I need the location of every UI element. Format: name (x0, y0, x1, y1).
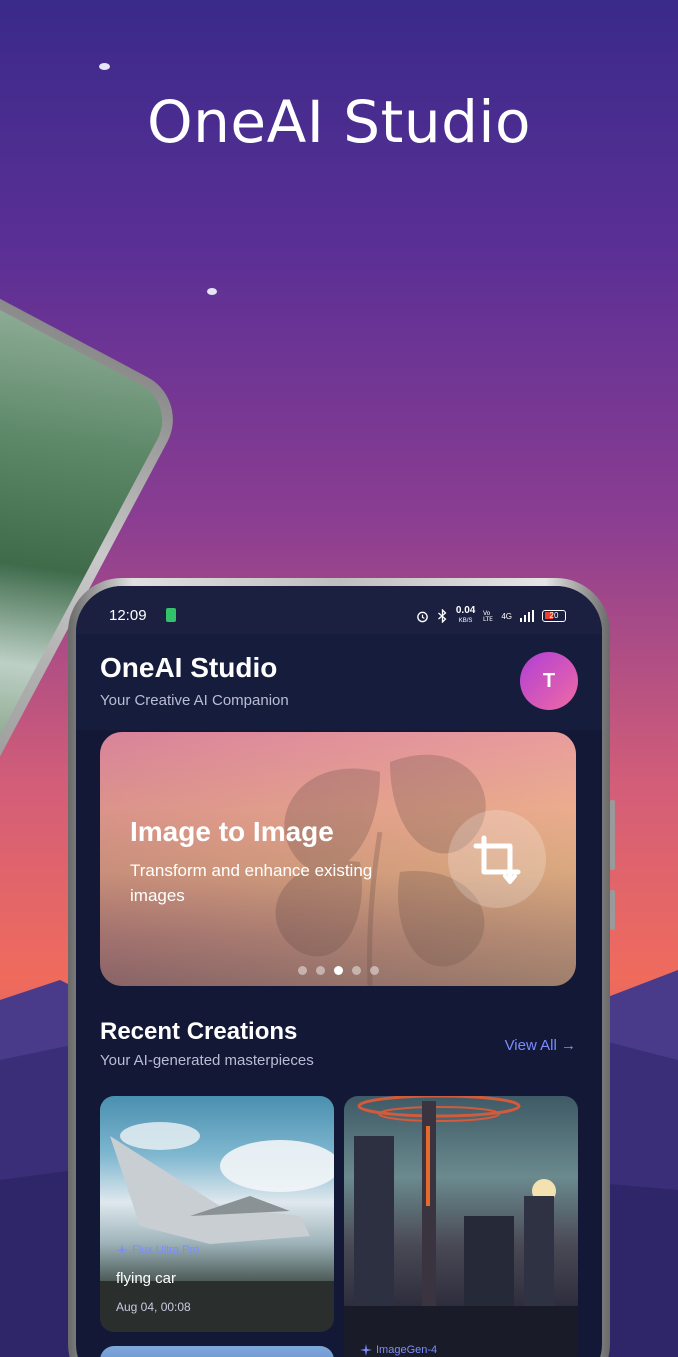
view-all-label: View All (504, 1037, 557, 1054)
phone-side-button (610, 890, 615, 930)
feature-banner[interactable]: Image to Image Transform and enhance exi… (100, 732, 576, 986)
view-all-link[interactable]: View All → (505, 1037, 576, 1054)
banner-description: Transform and enhance existing images (130, 861, 373, 905)
carousel-dot[interactable] (297, 966, 307, 975)
status-time: 12:09 (109, 607, 147, 624)
network-type: 4G (501, 611, 512, 621)
battery-saver-icon (166, 608, 176, 622)
status-bar: 12:09 0.04 KB/S Vo LTE 4G 20 (76, 586, 602, 634)
phone-side-button (610, 800, 615, 870)
crop-icon (448, 810, 546, 908)
network-speed: 0.04 KB/S (456, 606, 475, 626)
user-avatar[interactable]: T (520, 652, 578, 710)
card-model: ImageGen-4 (360, 1344, 437, 1356)
arrow-right-icon: → (561, 1037, 576, 1054)
bluetooth-icon (437, 609, 447, 623)
star (99, 63, 110, 70)
sparkle-icon (360, 1344, 372, 1356)
recent-creations-title: Recent Creations (100, 1018, 298, 1045)
battery-level: 20 (549, 611, 559, 620)
hero-title: OneAI Studio (146, 88, 532, 156)
plane-image (100, 1122, 334, 1332)
svg-text:LTE: LTE (483, 616, 493, 622)
app-header: OneAI Studio Your Creative AI Companion … (76, 634, 602, 730)
recent-creations-subtitle: Your AI-generated masterpieces (100, 1052, 314, 1069)
card-model: Flux Ultra Pro (116, 1244, 199, 1256)
card-date: Aug 04, 00:08 (116, 1300, 191, 1314)
star (207, 288, 217, 295)
battery-icon: 20 (542, 610, 566, 622)
network-speed-value: 0.04 (455, 605, 476, 616)
network-speed-unit: KB/S (458, 618, 473, 624)
card-model-name: ImageGen-4 (376, 1344, 438, 1356)
carousel-dot[interactable] (369, 966, 379, 975)
city-image (344, 1096, 578, 1357)
carousel-dot[interactable] (351, 966, 361, 975)
app-screen: 12:09 0.04 KB/S Vo LTE 4G 20 OneAI Studio… (76, 586, 602, 1357)
carousel-dots (100, 966, 576, 975)
creation-card[interactable]: ImageGen-4 (344, 1096, 578, 1357)
phone-mockup: 12:09 0.04 KB/S Vo LTE 4G 20 OneAI Studio… (68, 578, 610, 1357)
sparkle-icon (116, 1244, 128, 1256)
banner-title: Image to Image (130, 816, 334, 847)
status-icons: 0.04 KB/S Vo LTE 4G 20 (416, 606, 566, 626)
creation-card-partial[interactable] (100, 1346, 334, 1357)
app-title: OneAI Studio (100, 652, 278, 683)
app-subtitle: Your Creative AI Companion (100, 692, 289, 709)
signal-icon (520, 610, 534, 622)
volte-icon: VoLTE (483, 610, 493, 622)
card-model-name: Flux Ultra Pro (132, 1244, 200, 1256)
alarm-icon (417, 611, 428, 622)
carousel-dot[interactable] (315, 966, 325, 975)
creation-card[interactable]: Flux Ultra Pro flying car Aug 04, 00:08 (100, 1096, 334, 1332)
carousel-dot-active[interactable] (333, 966, 343, 975)
card-prompt: flying car (116, 1270, 177, 1287)
